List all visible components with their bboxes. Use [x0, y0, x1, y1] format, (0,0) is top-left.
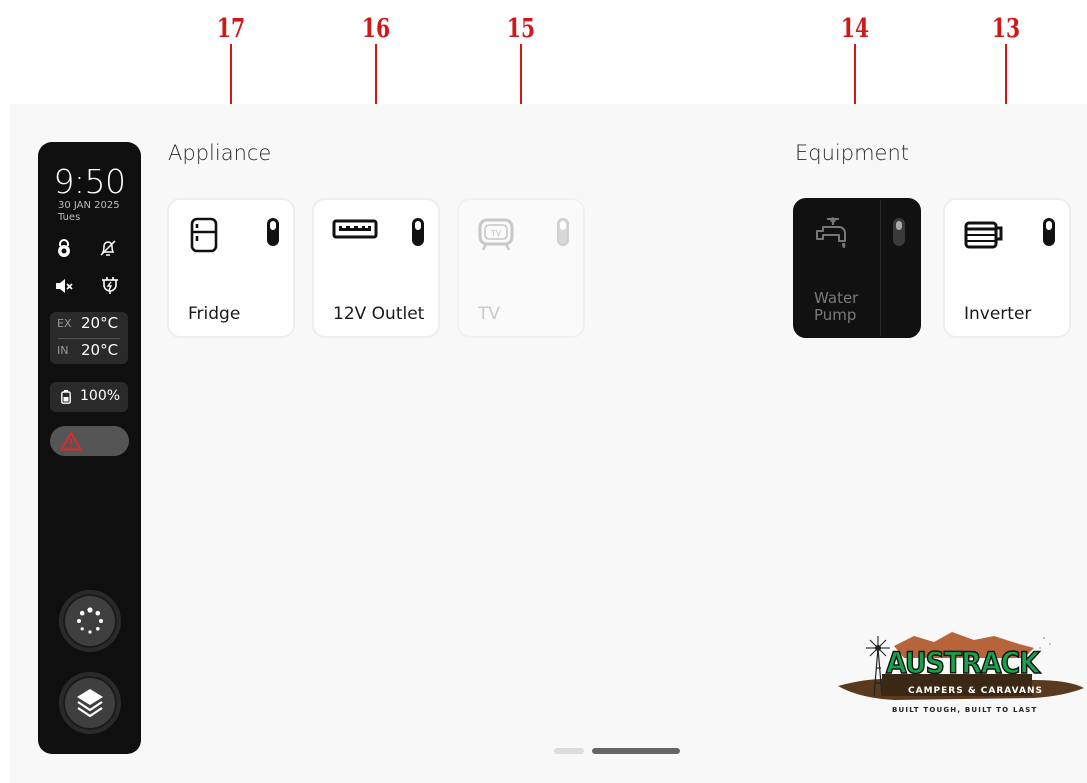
- inverter-icon: [964, 221, 1003, 249]
- callout-number: 13: [991, 14, 1021, 44]
- plug-icon[interactable]: [100, 275, 120, 295]
- tv-label: TV: [478, 304, 501, 324]
- clock-date: 30 JAN 2025: [58, 200, 120, 211]
- appliance-section-title: Appliance: [168, 141, 272, 165]
- battery-status: 100%: [50, 382, 128, 412]
- callout-number: 14: [840, 14, 870, 44]
- tv-icon: TV: [478, 218, 514, 251]
- exterior-label: EX: [57, 317, 72, 330]
- page-indicator-2-active[interactable]: [592, 748, 680, 754]
- fridge-label: Fridge: [188, 304, 241, 324]
- logo-subtitle: CAMPERS & CARAVANS: [908, 686, 1043, 696]
- layers-button[interactable]: [59, 672, 121, 734]
- fridge-card[interactable]: Fridge: [167, 198, 295, 338]
- water-pump-label-line-1: Water: [814, 289, 859, 307]
- svg-text:TV: TV: [490, 229, 502, 238]
- lock-icon[interactable]: [54, 238, 74, 258]
- loading-spinner-icon: [77, 607, 103, 634]
- page-indicator-1[interactable]: [554, 748, 584, 754]
- 12v-outlet-toggle[interactable]: [412, 218, 424, 246]
- fridge-icon: [190, 217, 218, 253]
- exterior-value: 20°C: [81, 314, 119, 332]
- mute-icon[interactable]: [54, 276, 74, 296]
- inverter-label: Inverter: [964, 304, 1032, 324]
- temperature-panel: EX 20°C IN 20°C: [50, 312, 128, 364]
- layers-icon: [77, 689, 103, 718]
- inverter-card[interactable]: Inverter: [943, 198, 1071, 338]
- clock-day: Tues: [58, 212, 81, 223]
- logo-name: AUSTRACK: [885, 645, 1040, 681]
- status-sidebar: 9:50 30 JAN 2025 Tues EX 20°C IN 20°C 10…: [38, 142, 141, 754]
- bell-off-icon[interactable]: [98, 238, 118, 258]
- 12v-outlet-label: 12V Outlet: [333, 304, 425, 324]
- loading-button[interactable]: [59, 590, 121, 652]
- fridge-toggle[interactable]: [267, 218, 279, 246]
- callout-number: 15: [506, 14, 536, 44]
- equipment-section-title: Equipment: [795, 141, 909, 165]
- warning-icon: [60, 432, 82, 451]
- tv-card[interactable]: TV TV: [457, 198, 585, 338]
- tv-toggle[interactable]: [557, 218, 569, 246]
- water-pump-label: Water Pump: [814, 290, 858, 324]
- 12v-outlet-card[interactable]: 12V Outlet: [312, 198, 440, 338]
- water-pump-card[interactable]: Water Pump: [793, 198, 921, 338]
- battery-value: 100%: [80, 388, 121, 404]
- logo-tagline: BUILT TOUGH, BUILT TO LAST: [892, 706, 1038, 714]
- tap-icon: [816, 217, 846, 248]
- water-pump-label-line-2: Pump: [814, 306, 857, 324]
- interior-value: 20°C: [81, 341, 119, 359]
- alert-button[interactable]: [50, 426, 129, 456]
- austrack-logo: AUSTRACK CAMPERS & CARAVANS BUILT TOUGH,…: [834, 628, 1087, 720]
- battery-icon: [61, 390, 71, 404]
- water-pump-toggle[interactable]: [893, 218, 905, 246]
- inverter-toggle[interactable]: [1043, 218, 1055, 246]
- interior-label: IN: [57, 344, 69, 357]
- card-divider: [880, 200, 881, 336]
- callout-number: 16: [361, 14, 391, 44]
- callout-number: 17: [216, 14, 246, 44]
- interior-temperature: IN 20°C: [50, 339, 128, 363]
- usb-outlet-icon: [332, 219, 378, 239]
- clock-time: 9:50: [53, 162, 126, 201]
- exterior-temperature: EX 20°C: [50, 312, 128, 336]
